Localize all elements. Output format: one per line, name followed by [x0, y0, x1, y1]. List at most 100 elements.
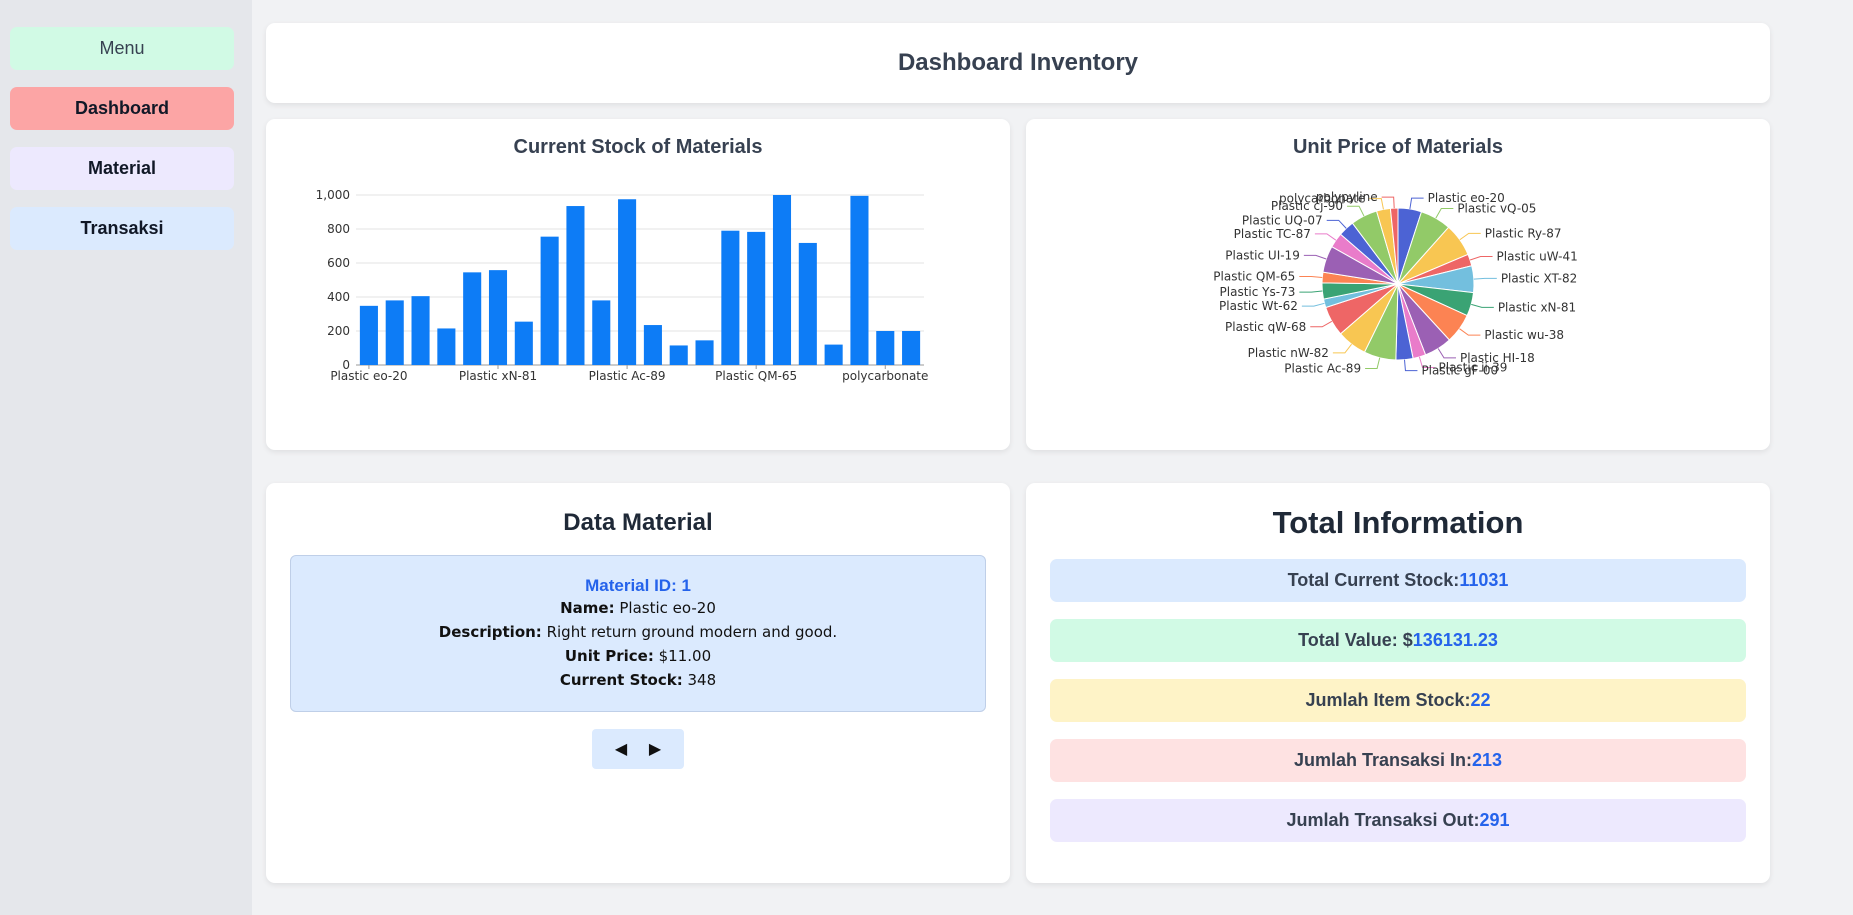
pie-label: Plastic gF-00 — [1421, 364, 1498, 378]
next-arrow-icon[interactable]: ▶ — [649, 739, 661, 759]
transaksi-out-row: Jumlah Transaksi Out: 291 — [1050, 799, 1746, 842]
pie-label: Plastic UQ-07 — [1242, 213, 1323, 227]
total-info-title: Total Information — [1272, 505, 1524, 540]
pie-leader-line — [1310, 320, 1333, 328]
material-id: Material ID: 1 — [585, 576, 691, 595]
pie-label: Plastic Wt-62 — [1219, 299, 1298, 313]
material-stock-value: 348 — [687, 671, 717, 689]
bar — [437, 328, 456, 365]
material-desc-value: Right return ground modern and good. — [546, 623, 838, 641]
page-title: Dashboard Inventory — [897, 49, 1139, 76]
pie-label: Plastic Ry-87 — [1485, 226, 1562, 240]
sidebar-item-material[interactable]: Material — [10, 147, 234, 190]
price-pie-chart: Plastic eo-20Plastic vQ-05Plastic Ry-87P… — [1213, 190, 1577, 378]
info-value: 11031 — [1459, 570, 1509, 590]
bar — [798, 242, 817, 365]
bar — [488, 270, 508, 365]
sidebar-item-transaksi[interactable]: Transaksi — [10, 207, 234, 250]
total-value-row: Total Value: $136131.23 — [1050, 619, 1746, 662]
bar — [643, 325, 662, 365]
pie-leader-line — [1314, 233, 1337, 241]
pie-label: Plastic Ys-73 — [1220, 285, 1296, 299]
material-price-line: Unit Price: $11.00 — [291, 644, 985, 668]
stock-bar-chart: 02004006008001,000Plastic eo-20 Plastic x… — [316, 188, 929, 383]
pie-label: Plastic QM-65 — [1213, 270, 1295, 284]
info-label: Jumlah Item Stock: — [1305, 690, 1471, 710]
data-material-title: Data Material — [563, 509, 713, 536]
pie-leader-line — [1459, 232, 1481, 241]
pie-label: Plastic qW-68 — [1225, 320, 1306, 334]
x-tick-label: polycarbonate — [842, 369, 928, 383]
material-stock-line: Current Stock: 348 — [291, 668, 985, 692]
info-label: Jumlah Transaksi Out: — [1286, 810, 1480, 830]
material-detail-box: Material ID: 1 Name: Plastic eo-20 Descr… — [290, 555, 986, 712]
material-name-label: Name: — [560, 599, 615, 617]
material-stock-label: Current Stock: — [559, 671, 683, 689]
pie-label: Plastic nW-82 — [1248, 346, 1329, 360]
item-stock-row: Jumlah Item Stock: 22 — [1050, 679, 1746, 722]
y-tick-label: 800 — [327, 222, 350, 236]
pie-leader-line — [1299, 290, 1323, 293]
pie-leader-line — [1365, 357, 1381, 369]
pie-leader-line — [1437, 348, 1456, 359]
pie-label: Plastic wu-38 — [1484, 328, 1564, 342]
pie-leader-line — [1326, 219, 1347, 229]
info-label: Total Current Stock: — [1287, 570, 1460, 590]
info-value: 22 — [1470, 690, 1491, 710]
material-desc-label: Description: — [438, 623, 542, 641]
pie-leader-line — [1299, 276, 1323, 278]
x-tick-label: Plastic QM-65 — [715, 369, 797, 383]
bar — [721, 230, 740, 365]
y-tick-label: 600 — [327, 256, 350, 270]
stock-chart-card: Current Stock of Materials 0 200 400 600 800… — [266, 119, 1010, 450]
material-pager: ◀ ▶ — [592, 729, 684, 769]
prev-arrow-icon[interactable]: ◀ — [615, 739, 627, 759]
material-price-value: $11.00 — [658, 647, 712, 665]
pie-leader-line — [1301, 302, 1325, 307]
pie-leader-line — [1332, 343, 1352, 354]
pie-leader-line — [1409, 197, 1424, 210]
data-material-card: Data Material Material ID: 1 Name: Plast… — [266, 483, 1010, 883]
transaksi-in-row: Jumlah Transaksi In: 213 — [1050, 739, 1746, 782]
pie-leader-line — [1471, 303, 1494, 308]
total-info-card: Total Information Total Current Stock: 1… — [1026, 483, 1770, 883]
bar — [618, 199, 637, 365]
bar — [695, 340, 714, 365]
bar — [824, 344, 843, 365]
bar — [902, 331, 921, 365]
material-desc-line: Description: Right return ground modern … — [291, 620, 985, 644]
bar — [385, 300, 404, 365]
pie-label: Plastic vQ-05 — [1457, 202, 1536, 216]
pie-leader-line — [1473, 277, 1497, 280]
info-value: 136131.23 — [1412, 630, 1498, 650]
x-tick-label: Plastic Ac-89 — [589, 369, 666, 383]
pie-leader-line — [1347, 205, 1365, 217]
total-current-stock-row: Total Current Stock: 11031 — [1050, 559, 1746, 602]
sidebar-item-dashboard[interactable]: Dashboard — [10, 87, 234, 130]
pie-label: Plastic TC-87 — [1234, 227, 1311, 241]
price-chart-card: Unit Price of Materials Plastic eo-20 Pla… — [1026, 119, 1770, 450]
bar — [514, 321, 533, 365]
info-value: 213 — [1472, 750, 1503, 770]
info-value: 291 — [1479, 810, 1510, 830]
info-label: Total Value: $ — [1298, 630, 1413, 650]
y-tick-label: 400 — [327, 290, 350, 304]
x-tick-label: Plastic eo-20 — [330, 369, 407, 383]
bar — [747, 231, 766, 365]
bar — [772, 195, 792, 365]
bar — [592, 300, 611, 365]
bar — [850, 195, 869, 365]
pie-label: Plastic UI-19 — [1225, 248, 1300, 262]
y-tick-label: 200 — [327, 324, 350, 338]
pie-leader-line — [1303, 254, 1327, 260]
sidebar-menu-button[interactable]: Menu — [10, 27, 234, 70]
pie-leader-line — [1469, 256, 1493, 261]
bar — [669, 345, 688, 365]
bar — [876, 331, 895, 365]
material-name-value: Plastic eo-20 — [619, 599, 716, 617]
pie-leader-line — [1459, 328, 1481, 336]
y-tick-label: 1,000 — [316, 188, 350, 202]
bar — [359, 305, 378, 365]
bar — [566, 206, 585, 365]
pie-label: Plastic xN-81 — [1498, 300, 1576, 314]
